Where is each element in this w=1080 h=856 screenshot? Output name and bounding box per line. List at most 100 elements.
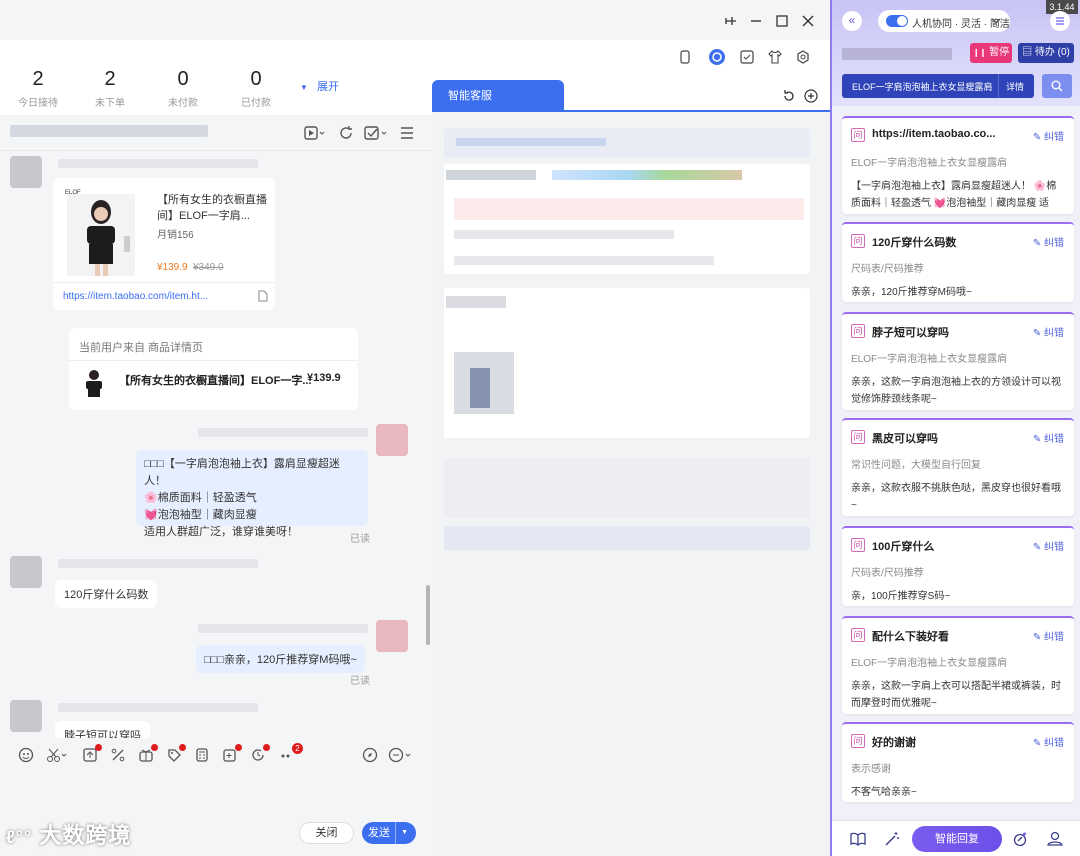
panel-menu-button[interactable]: [1050, 11, 1070, 31]
source-product-thumb: [81, 368, 107, 400]
collapse-button[interactable]: «: [842, 11, 862, 31]
stat-number: 0: [177, 68, 189, 90]
send-button[interactable]: 发送 ▼: [362, 822, 416, 844]
correct-button[interactable]: ✎ 纠错: [1033, 430, 1064, 445]
qa-card[interactable]: 问 120斤穿什么码数 ✎ 纠错 尺码表/尺码推荐 亲亲，120斤推荐穿M码哦~: [842, 222, 1074, 302]
correct-button[interactable]: ✎ 纠错: [1033, 324, 1064, 339]
mobile-icon[interactable]: [680, 50, 690, 64]
settings-icon[interactable]: [796, 50, 810, 64]
correct-label: 纠错: [1044, 328, 1064, 339]
qa-category: 常识性问题，大模型自行回复: [851, 460, 981, 471]
correct-label: 纠错: [1044, 738, 1064, 749]
correct-label: 纠错: [1044, 132, 1064, 143]
stat-unpaid[interactable]: 0 未付款: [153, 68, 213, 109]
expand-button[interactable]: ▼ 展开: [300, 78, 339, 94]
correct-button[interactable]: ✎ 纠错: [1033, 234, 1064, 249]
history-icon[interactable]: [250, 744, 270, 765]
question-icon: 问: [851, 734, 865, 748]
shirt-icon[interactable]: [768, 50, 782, 64]
qa-category: 表示感谢: [851, 764, 891, 775]
file-icon[interactable]: [258, 290, 268, 302]
pencil-icon: ✎: [1032, 738, 1042, 749]
reply-settings-icon[interactable]: [388, 747, 414, 765]
caret-down-icon: ▼: [300, 83, 308, 92]
read-status: 已读: [350, 676, 370, 687]
more-icon[interactable]: 2: [280, 743, 306, 765]
question-icon: 问: [851, 324, 865, 338]
chevron-down-icon: [991, 16, 1001, 26]
refresh-icon[interactable]: [338, 125, 354, 141]
discount-icon[interactable]: [110, 747, 128, 765]
search-button[interactable]: [1042, 74, 1072, 98]
todo-icon: ▤: [1022, 47, 1033, 58]
qa-card[interactable]: 问 好的谢谢 ✎ 纠错 表示感谢 不客气哈亲亲~: [842, 722, 1074, 802]
watermark-logo-icon: ℓ°°: [6, 827, 33, 847]
correct-label: 纠错: [1044, 434, 1064, 445]
qa-card[interactable]: 问 脖子短可以穿吗 ✎ 纠错 ELOF一字肩泡泡袖上衣女显瘦露肩 亲亲，这款一字…: [842, 312, 1074, 410]
magic-wand-icon[interactable]: [884, 831, 900, 847]
customer-message: 120斤穿什么码数: [55, 580, 158, 608]
send-label: 发送: [368, 827, 390, 839]
stat-paid[interactable]: 0 已付款: [226, 68, 286, 109]
sender-name-blurred: [58, 703, 258, 712]
smart-reply-button[interactable]: 智能回复: [912, 826, 1002, 852]
pause-button[interactable]: ❙❙ 暂停: [970, 43, 1012, 63]
close-icon[interactable]: [802, 14, 814, 28]
stat-today-reception[interactable]: 2 今日接待: [8, 68, 68, 109]
checklist-icon[interactable]: [364, 125, 390, 141]
minimize-icon[interactable]: [750, 14, 762, 28]
menu-icon[interactable]: [400, 126, 414, 140]
add-note-icon[interactable]: [222, 744, 242, 765]
qa-answer: 亲亲，这款衣服不挑肤色哒，黑皮穿也很好看哦~: [851, 483, 1061, 511]
correct-button[interactable]: ✎ 纠错: [1033, 128, 1064, 143]
todo-button[interactable]: ▤ 待办 (0): [1018, 43, 1074, 63]
mode-toggle[interactable]: [886, 15, 908, 27]
pin-icon[interactable]: [724, 14, 738, 28]
account-name-blurred: [842, 48, 952, 60]
product-link[interactable]: https://item.taobao.com/item.ht...: [63, 291, 208, 302]
scissors-icon[interactable]: [46, 747, 67, 765]
assistant-icon[interactable]: [708, 48, 726, 66]
upload-icon[interactable]: [82, 744, 102, 765]
close-button[interactable]: 关闭: [299, 822, 354, 844]
pencil-icon: ✎: [1032, 434, 1042, 445]
send-options-caret-icon[interactable]: ▼: [395, 822, 408, 844]
correct-button[interactable]: ✎ 纠错: [1033, 538, 1064, 553]
product-card[interactable]: ELOF 【所有女生的衣橱直播间】ELOF一字肩... 月销156 ¥139.9…: [53, 178, 275, 310]
rocket-icon[interactable]: [1012, 831, 1028, 847]
input-toolbar: 2: [0, 738, 432, 774]
gift-icon[interactable]: [138, 744, 158, 765]
qa-card[interactable]: 问 https://item.taobao.co... ✎ 纠错 ELOF一字肩…: [842, 116, 1074, 214]
sender-name-blurred: [58, 159, 258, 168]
window-titlebar: [0, 0, 432, 40]
scrollbar-thumb[interactable]: [426, 585, 430, 645]
emoji-icon[interactable]: [18, 747, 36, 765]
qa-question: 好的谢谢: [872, 737, 916, 749]
qa-card[interactable]: 问 配什么下装好看 ✎ 纠错 ELOF一字肩泡泡袖上衣女显瘦露肩 亲亲，这款一字…: [842, 616, 1074, 714]
tab-smart-service[interactable]: 智能客服: [432, 80, 564, 112]
qa-card[interactable]: 问 黑皮可以穿吗 ✎ 纠错 常识性问题，大模型自行回复 亲亲，这款衣服不挑肤色哒…: [842, 418, 1074, 516]
reset-icon[interactable]: [782, 89, 796, 103]
correct-button[interactable]: ✎ 纠错: [1033, 628, 1064, 643]
compass-icon[interactable]: [362, 747, 380, 765]
product-detail-link[interactable]: 详情: [1006, 80, 1024, 93]
calculator-icon[interactable]: [194, 747, 212, 765]
user-service-icon[interactable]: [1046, 830, 1064, 848]
read-status: 已读: [350, 534, 370, 545]
product-sales: 月销156: [157, 230, 194, 241]
book-icon[interactable]: [850, 831, 866, 847]
watermark-text: 大数跨境: [39, 823, 132, 848]
mode-switch[interactable]: 人机协同 · 灵活 · 简洁: [878, 10, 1010, 32]
qa-answer: 不客气哈亲亲~: [851, 787, 917, 798]
qa-card[interactable]: 问 100斤穿什么 ✎ 纠错 尺码表/尺码推荐 亲，100斤推荐穿S码~: [842, 526, 1074, 606]
maximize-icon[interactable]: [776, 14, 788, 28]
qa-question: https://item.taobao.co...: [872, 128, 996, 140]
edit-doc-icon[interactable]: [740, 50, 754, 64]
add-circle-icon[interactable]: [804, 89, 818, 103]
coupon-icon[interactable]: [166, 744, 186, 765]
agent-name-blurred: [198, 624, 368, 633]
video-icon[interactable]: [304, 125, 326, 141]
stat-no-order[interactable]: 2 未下单: [80, 68, 140, 109]
correct-button[interactable]: ✎ 纠错: [1033, 734, 1064, 749]
product-selector[interactable]: ELOF一字肩泡泡袖上衣女显瘦露肩 详情: [842, 74, 1034, 98]
